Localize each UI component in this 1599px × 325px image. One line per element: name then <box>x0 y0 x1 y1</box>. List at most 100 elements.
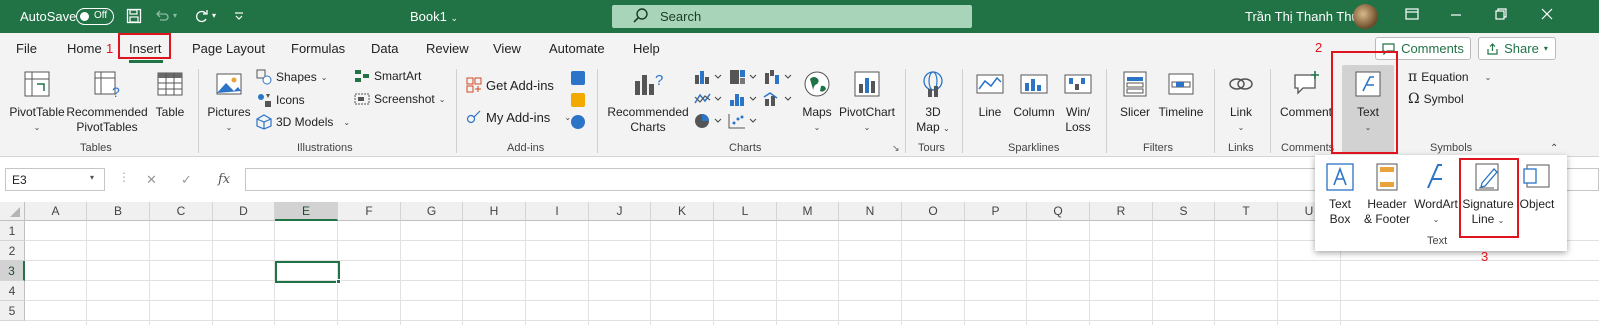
column-header[interactable]: O <box>902 202 965 221</box>
select-all-corner[interactable] <box>0 202 25 221</box>
tab-home[interactable]: Home <box>67 41 102 56</box>
screenshot-button[interactable]: Screenshot ⌄ <box>354 92 445 106</box>
cancel-icon[interactable]: ✕ <box>146 172 157 188</box>
scatter-chart-gallery-icon[interactable] <box>728 113 758 132</box>
insert-function-icon[interactable]: fx <box>218 172 230 187</box>
fill-handle[interactable] <box>336 279 341 284</box>
ribbon-display-icon[interactable] <box>1405 7 1425 27</box>
shapes-button[interactable]: Shapes ⌄ <box>256 69 327 85</box>
column-header[interactable]: I <box>526 202 589 221</box>
column-header[interactable]: Q <box>1027 202 1090 221</box>
new-comment-button[interactable]: Comment <box>1278 69 1334 120</box>
search-box[interactable]: Search <box>612 5 972 28</box>
3d-models-button[interactable]: 3D Models ⌄ <box>256 114 350 130</box>
row-header[interactable]: 1 <box>0 221 25 241</box>
waterfall-chart-gallery-icon[interactable] <box>763 69 793 88</box>
column-header[interactable]: L <box>714 202 777 221</box>
row-header[interactable]: 2 <box>0 241 25 261</box>
row-header[interactable]: 3 <box>0 261 25 281</box>
redo-chevron-icon[interactable]: ▾ <box>212 11 216 20</box>
people-graph-addin-icon[interactable] <box>571 115 585 129</box>
undo-icon[interactable] <box>152 6 172 26</box>
autosave-toggle[interactable]: Off <box>76 8 114 25</box>
column-chart-gallery-icon[interactable] <box>693 69 723 88</box>
line-chart-gallery-icon[interactable] <box>693 91 723 110</box>
recommended-charts-button[interactable]: ? Recommended Charts <box>606 69 690 135</box>
pie-chart-gallery-icon[interactable] <box>693 113 723 132</box>
column-header[interactable]: S <box>1153 202 1215 221</box>
hierarchy-chart-gallery-icon[interactable] <box>728 69 758 88</box>
tab-data[interactable]: Data <box>371 41 398 56</box>
tab-page-layout[interactable]: Page Layout <box>192 41 265 56</box>
user-name[interactable]: Trần Thị Thanh Thư <box>1245 9 1360 24</box>
save-icon[interactable] <box>124 6 144 26</box>
link-button[interactable]: Link ⌄ <box>1222 69 1260 135</box>
recommended-pivottables-button[interactable]: ? Recommended PivotTables <box>66 69 148 135</box>
get-addins-button[interactable]: Get Add-ins <box>466 77 554 93</box>
tab-file[interactable]: File <box>16 41 37 56</box>
text-box-button[interactable]: Text Box <box>1321 161 1359 227</box>
collapse-ribbon-icon[interactable]: ⌃ <box>1550 143 1558 154</box>
column-header[interactable]: H <box>463 202 526 221</box>
visio-addin-icon[interactable] <box>571 71 585 85</box>
column-header[interactable]: T <box>1215 202 1278 221</box>
symbol-button[interactable]: Ω Symbol <box>1408 91 1464 107</box>
column-header[interactable]: A <box>25 202 87 221</box>
column-header[interactable]: C <box>150 202 213 221</box>
table-button[interactable]: Table <box>152 69 188 120</box>
column-header[interactable]: B <box>87 202 150 221</box>
3d-map-button[interactable]: 3D Map ⌄ <box>913 69 953 136</box>
combo-chart-gallery-icon[interactable] <box>763 91 793 110</box>
statistic-chart-gallery-icon[interactable] <box>728 91 758 110</box>
column-header[interactable]: N <box>839 202 902 221</box>
undo-chevron-icon[interactable]: ▾ <box>173 11 177 20</box>
redo-icon[interactable] <box>192 6 212 26</box>
sparkline-line-button[interactable]: Line <box>972 69 1008 120</box>
object-button[interactable]: Object <box>1515 161 1559 212</box>
close-icon[interactable] <box>1540 7 1560 27</box>
active-cell[interactable] <box>275 261 340 283</box>
pivottable-button[interactable]: PivotTable ⌄ <box>8 69 66 135</box>
pictures-button[interactable]: Pictures ⌄ <box>206 69 252 135</box>
tab-formulas[interactable]: Formulas <box>291 41 345 56</box>
column-header[interactable]: P <box>965 202 1027 221</box>
icons-button[interactable]: Icons <box>256 92 305 108</box>
column-header[interactable]: M <box>777 202 839 221</box>
column-header[interactable]: E <box>275 202 338 221</box>
column-header[interactable]: R <box>1090 202 1153 221</box>
bing-addin-icon[interactable] <box>571 93 585 107</box>
timeline-button[interactable]: Timeline <box>1156 69 1206 120</box>
avatar[interactable] <box>1353 4 1378 29</box>
pivotchart-button[interactable]: PivotChart ⌄ <box>837 69 897 135</box>
restore-icon[interactable] <box>1494 7 1514 27</box>
tab-help[interactable]: Help <box>633 41 660 56</box>
share-button[interactable]: Share ▾ <box>1478 37 1556 60</box>
charts-dialog-launcher-icon[interactable]: ↘ <box>892 143 900 154</box>
column-header[interactable]: F <box>338 202 401 221</box>
my-addins-button[interactable]: My Add-ins ⌄ <box>466 109 571 125</box>
sparkline-column-button[interactable]: Column <box>1010 69 1058 120</box>
row-header[interactable]: 5 <box>0 301 25 321</box>
column-header[interactable]: J <box>589 202 651 221</box>
header-footer-button[interactable]: Header & Footer <box>1361 161 1413 227</box>
formula-bar-grip-icon[interactable]: ⋮ <box>118 170 130 184</box>
column-header[interactable]: G <box>401 202 463 221</box>
equation-button[interactable]: π Equation ⌄ <box>1408 69 1491 85</box>
group-separator <box>1270 69 1271 153</box>
maps-button[interactable]: Maps ⌄ <box>799 69 835 135</box>
tab-automate[interactable]: Automate <box>549 41 605 56</box>
sparkline-winloss-button[interactable]: Win/ Loss <box>1060 69 1096 135</box>
workbook-name[interactable]: Book1 ⌄ <box>410 9 458 24</box>
tab-review[interactable]: Review <box>426 41 469 56</box>
tab-view[interactable]: View <box>493 41 521 56</box>
row-header[interactable]: 4 <box>0 281 25 301</box>
enter-icon[interactable]: ✓ <box>181 172 192 188</box>
smartart-button[interactable]: SmartArt <box>354 69 421 83</box>
column-header[interactable]: D <box>213 202 275 221</box>
name-box-chevron-icon[interactable]: ▾ <box>90 173 94 182</box>
slicer-button[interactable]: Slicer <box>1116 69 1154 120</box>
column-header[interactable]: K <box>651 202 714 221</box>
wordart-button[interactable]: WordArt ⌄ <box>1413 161 1459 227</box>
minimize-icon[interactable] <box>1449 7 1469 27</box>
customize-qat-icon[interactable] <box>229 6 249 26</box>
